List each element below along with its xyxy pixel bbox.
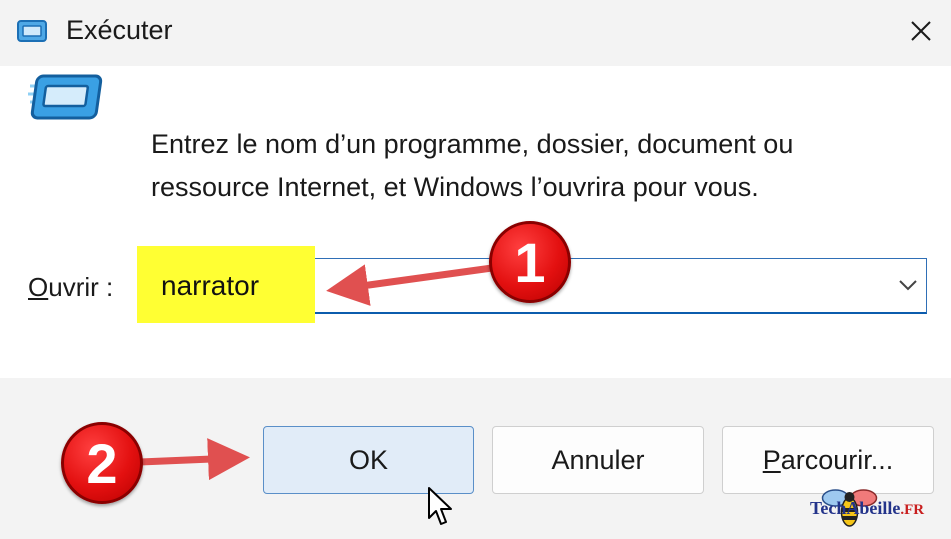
title-bar: Exécuter: [0, 0, 951, 66]
open-label-text: uvrir :: [48, 272, 114, 302]
watermark-brand: TechAbeille.FR: [810, 498, 924, 519]
mouse-cursor-icon: [428, 487, 452, 525]
browse-label: arcourir...: [780, 444, 894, 475]
dialog-content: [0, 66, 951, 378]
run-program-icon: [28, 74, 103, 120]
watermark-brand-text: TechAbeille: [810, 498, 901, 518]
watermark-suffix: .FR: [900, 502, 925, 518]
step-1-badge: 1: [489, 221, 571, 303]
browse-mnemonic: P: [762, 444, 781, 475]
window-title: Exécuter: [66, 15, 173, 45]
step-2-badge: 2: [61, 422, 143, 504]
open-input-value[interactable]: narrator: [161, 270, 259, 302]
open-label-mnemonic: O: [28, 272, 49, 302]
close-icon: [911, 21, 931, 41]
ok-button[interactable]: OK: [263, 426, 474, 494]
open-label: Ouvrir :: [28, 272, 113, 303]
run-icon: [17, 20, 47, 42]
cancel-button[interactable]: Annuler: [492, 426, 704, 494]
close-button[interactable]: [891, 0, 951, 62]
chevron-down-icon[interactable]: [895, 272, 921, 298]
dialog-description: Entrez le nom d’un programme, dossier, d…: [151, 129, 794, 202]
